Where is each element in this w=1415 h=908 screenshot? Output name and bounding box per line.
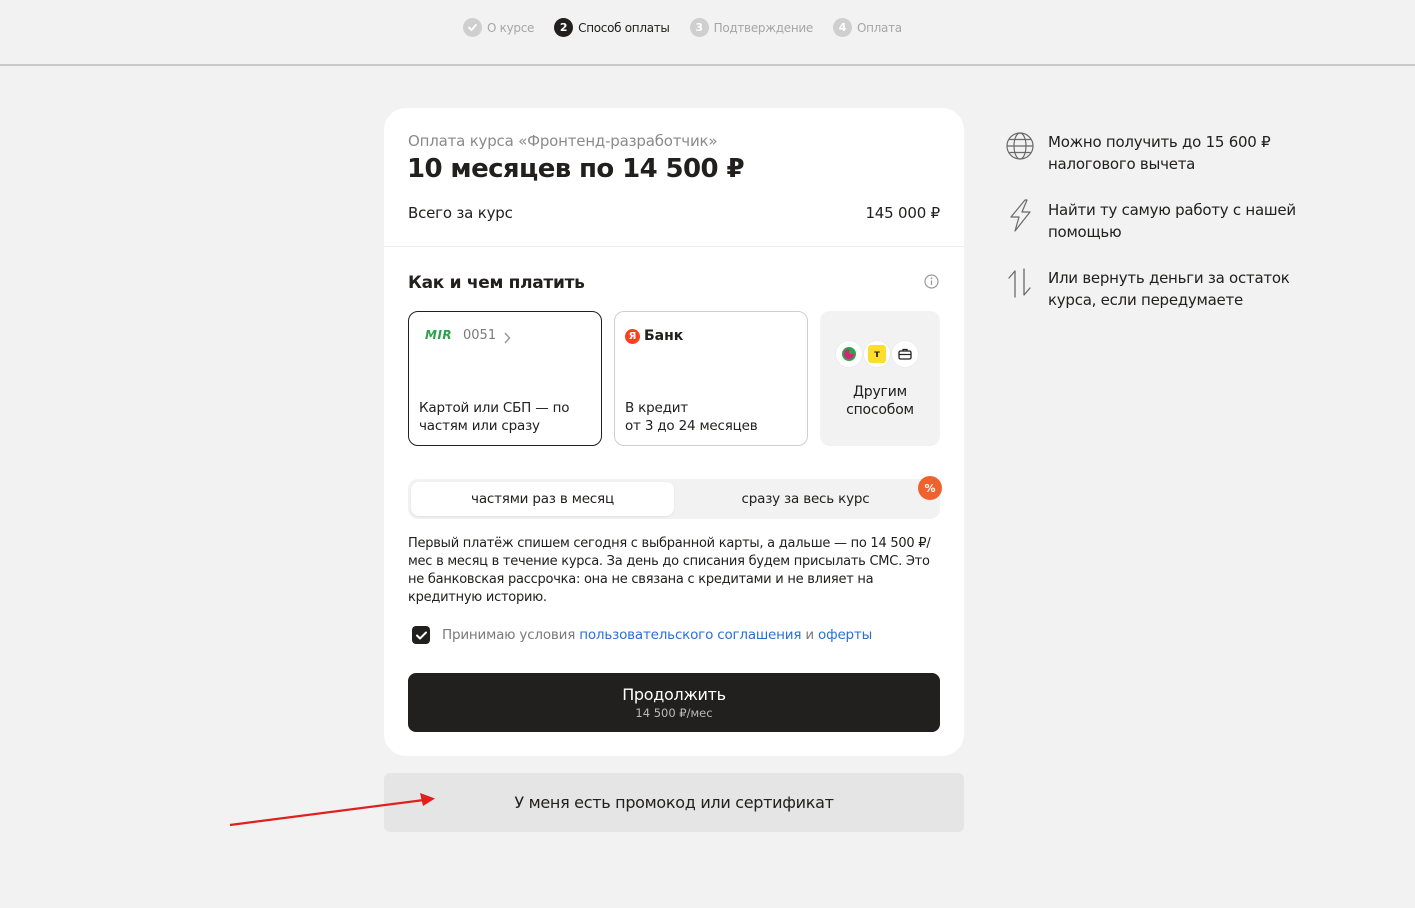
other-methods-icons: т (836, 341, 920, 367)
terms-agreement: Принимаю условия пользовательского согла… (412, 626, 872, 644)
total-value: 145 000 ₽ (865, 204, 940, 222)
arrows-updown-icon (1005, 267, 1035, 298)
step-number: 2 (554, 18, 574, 37)
chevron-right-icon[interactable] (503, 329, 511, 344)
offer-link[interactable]: оферты (818, 627, 872, 643)
check-icon (463, 18, 482, 37)
briefcase-icon (892, 341, 918, 367)
other-line-1: Другим (853, 384, 907, 400)
payment-section-title: Как и чем платить (408, 273, 585, 293)
other-option-text: Другим способом (820, 383, 940, 419)
payment-schedule-toggle: частями раз в месяц сразу за весь курс (408, 479, 940, 519)
tinkoff-mark: т (868, 345, 886, 363)
benefit-text: Можно получить до 15 600 ₽ налогового вы… (1048, 133, 1271, 173)
benefit-text: Или вернуть деньги за остаток курса, есл… (1048, 269, 1290, 309)
step-label: Подтверждение (713, 20, 814, 35)
payment-card: Оплата курса «Фронтенд-разработчик» 10 м… (384, 108, 964, 756)
payment-option-credit[interactable]: Я Банк В кредит от 3 до 24 месяцев (614, 311, 808, 446)
card-last4: 0051 (463, 328, 497, 343)
terms-prefix: Принимаю условия (442, 627, 580, 643)
user-agreement-link[interactable]: пользовательского соглашения (579, 627, 801, 643)
globe-icon (1005, 131, 1035, 161)
step-about-course[interactable]: О курсе (463, 18, 534, 37)
step-number: 3 (689, 18, 709, 37)
order-summary: Оплата курса «Фронтенд-разработчик» 10 м… (384, 108, 964, 247)
step-payment-method[interactable]: 2 Способ оплаты (554, 18, 670, 37)
step-payment: 4 Оплата (832, 18, 902, 37)
stepper: О курсе 2 Способ оплаты 3 Подтверждение … (463, 18, 922, 37)
monthly-price: 10 месяцев по 14 500 ₽ (407, 154, 745, 184)
step-label: Оплата (856, 20, 902, 35)
annotation-arrow-icon (229, 793, 435, 827)
credit-option-text: В кредит от 3 до 24 месяцев (625, 399, 758, 435)
terms-and: и (801, 627, 819, 643)
tab-monthly[interactable]: частями раз в месяц (411, 482, 674, 516)
step-label: Способ оплаты (578, 20, 670, 35)
discount-badge: % (918, 476, 942, 500)
benefit-text: Найти ту самую работу с нашей помощью (1048, 201, 1296, 241)
wallet-green-icon (836, 341, 862, 367)
bank-logo-text: Банк (644, 328, 684, 344)
tab-full-payment[interactable]: сразу за весь курс (674, 482, 937, 516)
course-title: Оплата курса «Фронтенд-разработчик» (408, 132, 718, 150)
continue-label: Продолжить (622, 685, 726, 704)
credit-line-2: от 3 до 24 месяцев (625, 418, 758, 434)
info-icon[interactable] (924, 274, 939, 289)
step-label: О курсе (487, 20, 535, 35)
installment-description: Первый платёж спишем сегодня с выбранной… (408, 536, 931, 605)
terms-checkbox[interactable] (412, 626, 430, 644)
yandex-logo-icon: Я (625, 328, 640, 344)
credit-line-1: В кредит (625, 400, 688, 416)
step-number: 4 (832, 18, 852, 37)
step-confirmation: 3 Подтверждение (689, 18, 814, 37)
other-line-2: способом (846, 402, 914, 418)
payment-option-other[interactable]: т Другим способом (820, 311, 940, 446)
tinkoff-icon: т (864, 341, 890, 367)
continue-sublabel: 14 500 ₽/мес (635, 706, 713, 720)
mir-logo: MIR (425, 328, 453, 342)
continue-button[interactable]: Продолжить 14 500 ₽/мес (408, 673, 940, 732)
checkout-stepper-bar: О курсе 2 Способ оплаты 3 Подтверждение … (0, 0, 1415, 66)
total-label: Всего за курс (408, 204, 513, 222)
lightning-icon (1005, 199, 1035, 232)
yandex-bank-logo: Я Банк (625, 328, 683, 344)
payment-option-card[interactable]: MIR 0051 Картой или СБП — по частям или … (408, 311, 602, 446)
promo-code-button[interactable]: У меня есть промокод или сертификат (384, 773, 964, 832)
card-option-text: Картой или СБП — по частям или сразу (419, 400, 570, 434)
